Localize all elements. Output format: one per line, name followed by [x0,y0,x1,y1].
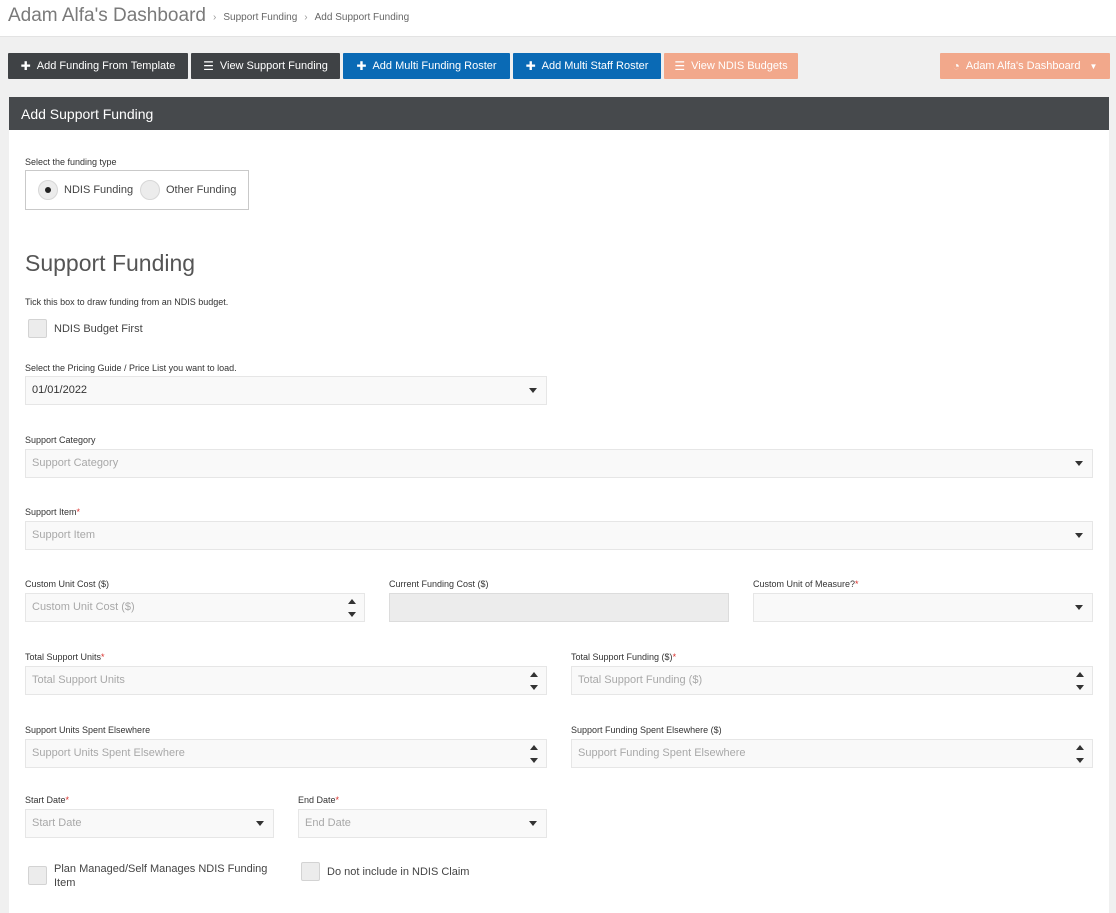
button-label: Adam Alfa's Dashboard [965,60,1081,72]
spinner-arrows-icon[interactable] [1076,672,1084,690]
start-date-placeholder: Start Date [32,817,82,829]
start-date-select[interactable]: Start Date [25,809,274,838]
required-mark: * [101,652,105,662]
add-support-funding-form: Select the funding type NDIS Funding Oth… [9,130,1109,913]
caret-down-icon: ▼ [1089,61,1098,71]
support-category-placeholder: Support Category [32,457,119,469]
view-support-funding-button[interactable]: ☰ View Support Funding [191,53,340,79]
total-support-units-input[interactable]: Total Support Units [25,666,547,695]
breadcrumb: › Support Funding › Add Support Funding [213,12,409,23]
section-title: Support Funding [25,250,196,276]
spinner-arrows-icon[interactable] [530,745,538,763]
breadcrumb-support-funding[interactable]: Support Funding [223,12,297,23]
top-bar: Adam Alfa's Dashboard › Support Funding … [0,0,1116,37]
add-multi-staff-roster-button[interactable]: ✚ Add Multi Staff Roster [513,53,661,79]
support-item-label: Support Item* [25,507,80,517]
required-mark: * [855,579,859,589]
funding-type-label: Select the funding type [25,157,117,167]
button-label: Add Funding From Template [36,60,176,72]
support-item-select[interactable]: Support Item [25,521,1093,550]
caret-down-icon [1075,533,1083,538]
other-funding-label[interactable]: Other Funding [166,184,236,196]
caret-down-icon [529,388,537,393]
required-mark: * [335,795,340,805]
spinner-arrows-icon[interactable] [530,672,538,690]
label-text: Total Support Units [25,652,102,662]
label-text: End Date [298,795,336,805]
end-date-select[interactable]: End Date [298,809,547,838]
funding-spent-elsewhere-label: Support Funding Spent Elsewhere ($) [571,725,722,735]
custom-unit-cost-placeholder: Custom Unit Cost ($) [32,601,135,613]
label-text: Custom Unit of Measure? [753,579,856,589]
ndis-budget-first-checkbox[interactable] [28,319,47,338]
plus-icon: ✚ [356,59,367,73]
button-label: Add Multi Staff Roster [541,60,649,72]
button-label: Add Multi Funding Roster [372,60,497,72]
spinner-arrows-icon[interactable] [1076,745,1084,763]
button-label: View NDIS Budgets [691,60,788,72]
support-category-select[interactable]: Support Category [25,449,1093,478]
pricing-guide-value: 01/01/2022 [32,384,88,396]
units-spent-elsewhere-label: Support Units Spent Elsewhere [25,725,151,735]
support-category-label: Support Category [25,435,96,445]
pricing-guide-select[interactable]: 01/01/2022 [25,376,547,405]
dashboard-menu-button[interactable]: ◔ Adam Alfa's Dashboard ▼ [940,53,1110,79]
support-item-placeholder: Support Item [32,529,95,541]
add-funding-from-template-button[interactable]: ✚ Add Funding From Template [8,53,188,79]
current-funding-cost-label: Current Funding Cost ($) [389,579,489,589]
custom-uom-label: Custom Unit of Measure?* [753,579,859,589]
no-ndis-claim-label[interactable]: Do not include in NDIS Claim [327,865,469,879]
label-text: Total Support Funding ($) [571,652,673,662]
units-spent-elsewhere-placeholder: Support Units Spent Elsewhere [32,747,185,759]
other-funding-radio[interactable] [140,180,160,200]
label-text: Start Date [25,795,66,805]
button-label: View Support Funding [219,60,328,72]
pricing-guide-label: Select the Pricing Guide / Price List yo… [25,363,237,373]
custom-unit-cost-label: Custom Unit Cost ($) [25,579,110,589]
plus-icon: ✚ [20,59,31,73]
custom-uom-select[interactable] [753,593,1093,622]
plan-managed-checkbox[interactable] [28,866,47,885]
ndis-budget-first-label[interactable]: NDIS Budget First [54,322,143,336]
funding-type-group: NDIS Funding Other Funding [25,170,249,210]
ndis-funding-label[interactable]: NDIS Funding [64,184,133,196]
chevron-right-icon: › [304,12,308,23]
page-title: Adam Alfa's Dashboard [8,5,206,26]
no-ndis-claim-checkbox[interactable] [301,862,320,881]
required-mark: * [672,652,677,662]
total-support-funding-placeholder: Total Support Funding ($) [578,674,703,686]
total-support-units-placeholder: Total Support Units [32,674,125,686]
view-ndis-budgets-button[interactable]: ☰ View NDIS Budgets [664,53,798,79]
dashboard-gauge-icon: ◔ [952,59,960,73]
custom-unit-cost-input[interactable]: Custom Unit Cost ($) [25,593,365,622]
label-text: Support Item [25,507,77,517]
caret-down-icon [1075,461,1083,466]
chevron-right-icon: › [213,12,217,23]
list-icon: ☰ [203,59,214,73]
units-spent-elsewhere-input[interactable]: Support Units Spent Elsewhere [25,739,547,768]
caret-down-icon [1075,605,1083,610]
panel-heading: Add Support Funding [9,97,1109,130]
ndis-funding-radio[interactable] [38,180,58,200]
add-multi-funding-roster-button[interactable]: ✚ Add Multi Funding Roster [343,53,510,79]
spinner-arrows-icon[interactable] [348,599,356,617]
required-mark: * [65,795,70,805]
funding-spent-elsewhere-input[interactable]: Support Funding Spent Elsewhere [571,739,1093,768]
end-date-placeholder: End Date [305,817,351,829]
plan-managed-label[interactable]: Plan Managed/Self Manages NDIS Funding I… [54,862,276,890]
required-mark: * [76,507,81,517]
start-date-label: Start Date* [25,795,69,805]
caret-down-icon [256,821,264,826]
total-support-funding-label: Total Support Funding ($)* [571,652,676,662]
caret-down-icon [529,821,537,826]
breadcrumb-add-support-funding: Add Support Funding [314,12,410,23]
total-support-funding-input[interactable]: Total Support Funding ($) [571,666,1093,695]
current-funding-cost-field [389,593,729,622]
ndis-budget-hint: Tick this box to draw funding from an ND… [25,297,229,307]
plus-icon: ✚ [525,59,536,73]
end-date-label: End Date* [298,795,339,805]
list-icon: ☰ [674,59,686,73]
total-support-units-label: Total Support Units* [25,652,105,662]
funding-spent-elsewhere-placeholder: Support Funding Spent Elsewhere [578,747,746,759]
